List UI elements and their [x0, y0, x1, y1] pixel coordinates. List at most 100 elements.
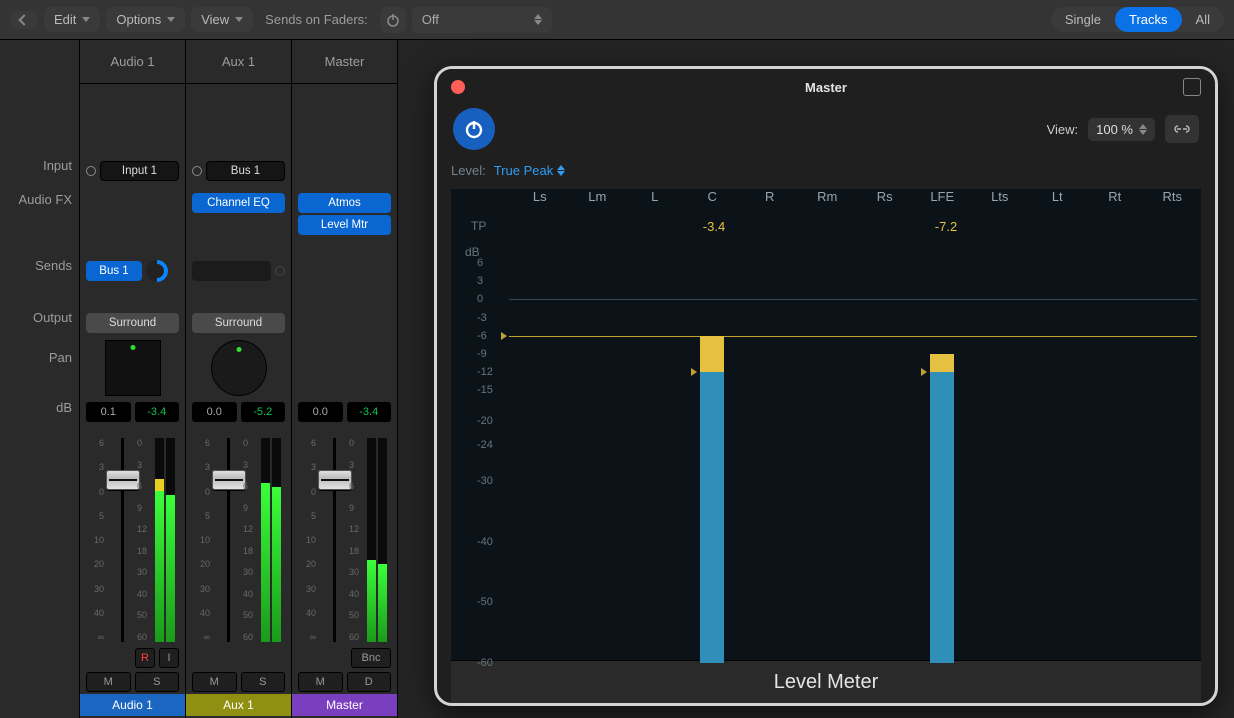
hold-indicator-icon: [691, 368, 697, 376]
send-slot[interactable]: Bus 1: [86, 261, 142, 281]
fx-slot[interactable]: Channel EQ: [192, 193, 285, 213]
sends-on-faders-label: Sends on Faders:: [265, 12, 368, 27]
view-menu[interactable]: View: [191, 7, 253, 32]
edit-menu[interactable]: Edit: [44, 7, 100, 32]
channel-strip-audio1: Audio 1Input 1Bus 1Surround0.1-3.4630510…: [80, 40, 186, 718]
channel-meter: [155, 438, 175, 642]
hold-indicator-icon: [921, 368, 927, 376]
seg-tracks[interactable]: Tracks: [1115, 7, 1182, 32]
edit-label: Edit: [54, 12, 76, 27]
solo-btn[interactable]: S: [241, 672, 286, 692]
tick-label: 3: [477, 275, 483, 287]
row-label-input: Input: [0, 158, 72, 173]
input-slot[interactable]: Input 1: [100, 161, 179, 181]
fader-area: 630510203040∞ 0369121830405060: [292, 432, 397, 648]
tick-label: -30: [477, 475, 493, 487]
level-bar-peak-cap: [930, 354, 954, 372]
input-toggle-icon[interactable]: [86, 166, 96, 176]
send-knob[interactable]: [141, 255, 172, 286]
tick-label: -12: [477, 366, 493, 378]
dim-btn[interactable]: D: [347, 672, 392, 692]
fx-slot[interactable]: Level Mtr: [298, 215, 391, 235]
options-menu[interactable]: Options: [106, 7, 185, 32]
seg-single[interactable]: Single: [1051, 7, 1115, 32]
fader-track: [227, 438, 230, 642]
link-button[interactable]: [1165, 115, 1199, 143]
fader-cap[interactable]: [106, 470, 140, 490]
tick-label: -20: [477, 415, 493, 427]
row-labels-column: Input Audio FX Sends Output Pan dB: [0, 40, 80, 718]
meter-scale-right: 0369121830405060: [137, 438, 153, 642]
db-peak[interactable]: -3.4: [347, 402, 392, 422]
mute-btn[interactable]: M: [192, 672, 237, 692]
view-zoom-select[interactable]: 100 %: [1088, 118, 1155, 141]
nav-back-button[interactable]: [10, 11, 38, 29]
close-icon[interactable]: [451, 80, 465, 94]
pan-control[interactable]: [186, 336, 291, 400]
fx-slot-row: Channel EQ: [186, 190, 291, 216]
bounce-btn[interactable]: Bnc: [351, 648, 391, 668]
mute-btn[interactable]: M: [86, 672, 131, 692]
fader-cap[interactable]: [318, 470, 352, 490]
output-slot[interactable]: Surround: [192, 313, 285, 333]
window-titlebar[interactable]: Master: [437, 69, 1215, 105]
bar-column: [856, 263, 914, 663]
input-slot[interactable]: Bus 1: [206, 161, 285, 181]
db-value[interactable]: 0.0: [298, 402, 343, 422]
meter-plot[interactable]: LsLmLCRRmRsLFELtsLtRtRtsTP-3.4-7.2dB630-…: [451, 189, 1201, 661]
channel-strip-master: Master AtmosLevel Mtr 0.0-3.4 630510203040∞…: [292, 40, 398, 718]
strip-header: Aux 1: [186, 40, 291, 84]
pan-control[interactable]: [80, 336, 185, 400]
input-slot-row: Input 1: [80, 158, 185, 184]
tick-label: 0: [477, 293, 483, 305]
output-slot[interactable]: Surround: [86, 313, 179, 333]
track-view-segmented: Single Tracks All: [1051, 7, 1224, 32]
strip-name-label[interactable]: Aux 1: [186, 694, 291, 716]
meter-scale-right: 0369121830405060: [349, 438, 365, 642]
popout-icon[interactable]: [1183, 78, 1201, 96]
fader-cap[interactable]: [212, 470, 246, 490]
mute-btn[interactable]: M: [298, 672, 343, 692]
peak-marker-handle[interactable]: [501, 332, 507, 340]
strip-name-label[interactable]: Audio 1: [80, 694, 185, 716]
options-label: Options: [116, 12, 161, 27]
db-peak[interactable]: -5.2: [241, 402, 286, 422]
level-mode-select[interactable]: True Peak: [494, 163, 566, 178]
link-icon: [1173, 123, 1191, 135]
row-label-output: Output: [0, 310, 72, 325]
bar-column: [971, 263, 1029, 663]
mute-solo-row: MS: [80, 670, 185, 694]
db-peak[interactable]: -3.4: [135, 402, 180, 422]
fader-track: [333, 438, 336, 642]
sof-select[interactable]: Off: [412, 7, 552, 33]
input-monitor-btn[interactable]: I: [159, 648, 179, 668]
record-btn[interactable]: R: [135, 648, 155, 668]
db-readout-row: 0.1-3.4: [80, 400, 185, 424]
fader-scale-left: 630510203040∞: [194, 438, 210, 642]
plugin-power-button[interactable]: [453, 108, 495, 150]
solo-btn[interactable]: S: [135, 672, 180, 692]
channel-header: Lt: [1029, 189, 1087, 215]
send-slot-row: Bus 1: [80, 258, 185, 284]
send-slot-empty[interactable]: [192, 261, 271, 281]
bounce-row: Bnc: [292, 646, 397, 670]
channel-meter: [261, 438, 281, 642]
tick-label: -50: [477, 596, 493, 608]
db-value[interactable]: 0.0: [192, 402, 237, 422]
input-toggle-icon[interactable]: [192, 166, 202, 176]
fx-slot-row: Level Mtr: [292, 212, 397, 238]
seg-all[interactable]: All: [1182, 7, 1224, 32]
sof-power-button[interactable]: [380, 7, 406, 33]
caret-icon: [82, 17, 90, 22]
strip-name-label[interactable]: Master: [292, 694, 397, 716]
db-readout-row: 0.0-5.2: [186, 400, 291, 424]
level-bar-peak-cap: [700, 336, 724, 372]
tick-label: -40: [477, 536, 493, 548]
meter-plot-wrap: Level: True Peak LsLmLCRRmRsLFELtsLtRtRt…: [437, 153, 1215, 703]
fx-slot[interactable]: Atmos: [298, 193, 391, 213]
power-icon: [385, 12, 401, 28]
fader-scale-left: 630510203040∞: [300, 438, 316, 642]
send-knob-empty[interactable]: [275, 266, 285, 276]
db-value[interactable]: 0.1: [86, 402, 131, 422]
toolbar: Edit Options View Sends on Faders: Off S…: [0, 0, 1234, 40]
